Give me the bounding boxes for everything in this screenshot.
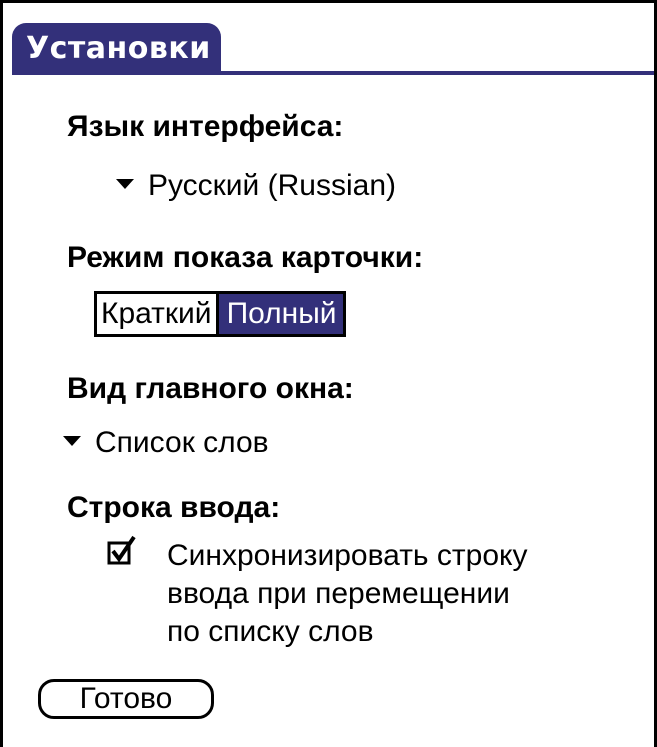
preferences-window: Установки Язык интерфейса: Русский (Russ… — [0, 0, 657, 747]
input-line-label: Строка ввода: — [67, 491, 281, 524]
triangle-down-icon — [116, 179, 134, 190]
sync-checkbox-label[interactable]: Синхронизировать строку ввода при переме… — [167, 537, 527, 651]
interface-language-dropdown[interactable]: Русский (Russian) — [116, 168, 396, 204]
interface-language-value: Русский (Russian) — [148, 169, 397, 202]
checkbox-checked-icon[interactable] — [107, 535, 137, 565]
main-window-view-dropdown[interactable]: Список слов — [63, 425, 269, 461]
interface-language-label: Язык интерфейса: — [67, 110, 344, 143]
done-button[interactable]: Готово — [38, 679, 214, 719]
sync-label-line: Синхронизировать строку — [167, 539, 528, 572]
sync-label-line: по списку слов — [167, 615, 374, 648]
main-window-view-value: Список слов — [95, 426, 269, 459]
card-mode-brief-option[interactable]: Краткий — [97, 294, 216, 334]
window-title: Установки — [12, 23, 221, 75]
card-mode-label: Режим показа карточки: — [67, 241, 424, 274]
main-window-view-label: Вид главного окна: — [67, 372, 354, 405]
triangle-down-icon — [63, 436, 81, 447]
card-mode-selector: Краткий Полный — [94, 291, 346, 337]
card-mode-full-option[interactable]: Полный — [218, 294, 343, 334]
sync-label-line: ввода при перемещении — [167, 577, 510, 610]
